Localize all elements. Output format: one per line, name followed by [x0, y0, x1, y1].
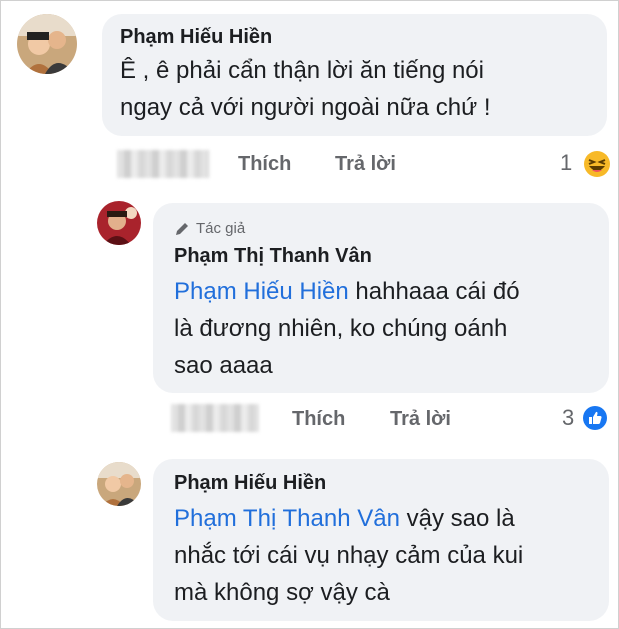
author-badge: Tác giả [174, 220, 245, 237]
comment-text-line: Phạm Thị Thanh Vân vậy sao là [174, 500, 515, 537]
comment-author[interactable]: Phạm Hiếu Hiền [120, 26, 272, 49]
comment-author[interactable]: Phạm Hiếu Hiền [174, 472, 326, 495]
avatar-photo [17, 14, 77, 74]
reaction-count[interactable]: 1 [560, 150, 572, 176]
comment-text-line: mà không sợ vậy cà [174, 579, 390, 606]
author-badge-label: Tác giả [196, 220, 246, 237]
avatar[interactable] [97, 462, 141, 506]
avatar-photo [97, 462, 141, 506]
reply-button[interactable]: Trả lời [335, 153, 396, 176]
comment-text-line: Phạm Hiếu Hiền hahhaaa cái đó [174, 273, 520, 310]
like-button[interactable]: Thích [238, 153, 291, 176]
avatar-photo [97, 201, 141, 245]
comment-text-line: là đương nhiên, ko chúng oánh [174, 315, 508, 342]
mention-link[interactable]: Phạm Hiếu Hiền [174, 278, 349, 305]
like-icon [583, 406, 607, 430]
comment-text-line: sao aaaa [174, 352, 273, 379]
comment-text-line: ngay cả với người ngoài nữa chứ ! [120, 94, 491, 121]
comment-author[interactable]: Phạm Thị Thanh Vân [174, 245, 372, 268]
avatar[interactable] [17, 14, 77, 74]
reply-button[interactable]: Trả lời [390, 408, 451, 431]
haha-icon [583, 150, 611, 178]
blurred-timestamp [171, 404, 259, 432]
reaction-count[interactable]: 3 [562, 405, 574, 431]
comment-text-line: nhắc tới cái vụ nhạy cảm của kui [174, 542, 524, 569]
like-button[interactable]: Thích [292, 408, 345, 431]
pencil-icon [176, 222, 188, 235]
blurred-timestamp [117, 150, 209, 178]
comment-text: vậy sao là [399, 505, 515, 532]
comment-text: hahhaaa cái đó [348, 278, 520, 305]
mention-link[interactable]: Phạm Thị Thanh Vân [174, 505, 400, 532]
avatar[interactable] [97, 201, 141, 245]
comment-text-line: Ê , ê phải cẩn thận lời ăn tiếng nói [120, 57, 484, 84]
